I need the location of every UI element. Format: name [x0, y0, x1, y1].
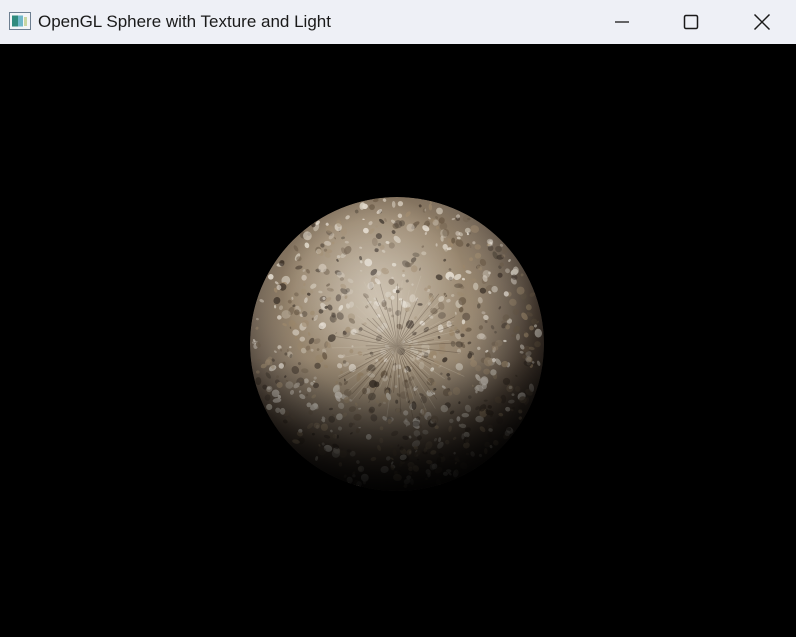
textured-sphere	[250, 197, 544, 491]
close-icon	[753, 13, 771, 31]
app-window: OpenGL Sphere with Texture and Light	[0, 0, 796, 637]
close-button[interactable]	[727, 0, 796, 44]
opengl-app-icon	[9, 12, 31, 30]
window-title: OpenGL Sphere with Texture and Light	[38, 12, 331, 31]
opengl-viewport[interactable]	[0, 44, 796, 637]
minimize-button[interactable]	[587, 0, 657, 44]
maximize-button[interactable]	[656, 0, 726, 44]
title-bar[interactable]: OpenGL Sphere with Texture and Light	[0, 0, 796, 44]
maximize-icon	[683, 14, 699, 30]
minimize-icon	[615, 21, 629, 23]
